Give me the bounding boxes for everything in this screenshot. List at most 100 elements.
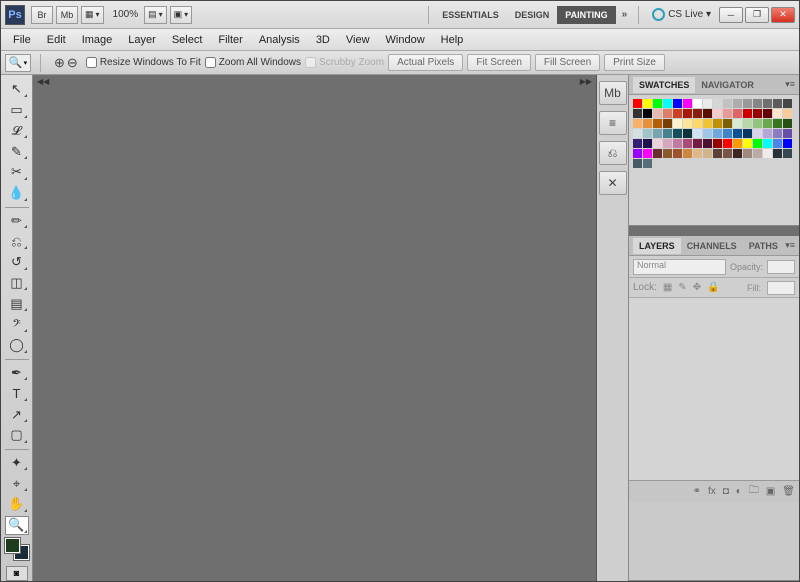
swatch[interactable] [673, 109, 682, 118]
swatch[interactable] [683, 129, 692, 138]
shape-tool[interactable]: ▢ [5, 426, 29, 445]
swatch[interactable] [693, 109, 702, 118]
lock-all-icon[interactable]: 🔒 [707, 282, 719, 293]
swatch[interactable] [653, 109, 662, 118]
swatch[interactable] [763, 129, 772, 138]
swatch[interactable] [713, 109, 722, 118]
type-tool[interactable]: T [5, 384, 29, 403]
swatch[interactable] [753, 119, 762, 128]
menu-select[interactable]: Select [164, 31, 211, 49]
fill-screen-button[interactable]: Fill Screen [535, 54, 600, 71]
hand-tool[interactable]: ✋ [5, 495, 29, 514]
menu-layer[interactable]: Layer [120, 31, 164, 49]
swatch[interactable] [713, 139, 722, 148]
swatch[interactable] [743, 139, 752, 148]
menu-3d[interactable]: 3D [308, 31, 338, 49]
blend-mode-select[interactable]: Normal [633, 259, 726, 275]
swatch[interactable] [733, 119, 742, 128]
swatch[interactable] [673, 119, 682, 128]
swatch[interactable] [643, 129, 652, 138]
move-tool[interactable]: ↖ [5, 80, 29, 99]
swatch[interactable] [693, 119, 702, 128]
swatch[interactable] [703, 129, 712, 138]
blur-tool[interactable]: 𝄢 [5, 315, 29, 334]
menu-analysis[interactable]: Analysis [251, 31, 308, 49]
swatch[interactable] [643, 99, 652, 108]
swatch[interactable] [783, 99, 792, 108]
zoom-in-icon[interactable]: ⊕ [54, 55, 65, 71]
opacity-field[interactable] [767, 260, 795, 274]
swatch[interactable] [693, 139, 702, 148]
swatch[interactable] [783, 129, 792, 138]
cslive-button[interactable]: CS Live ▾ [652, 8, 711, 21]
swatch[interactable] [743, 119, 752, 128]
swatch[interactable] [763, 119, 772, 128]
swatch[interactable] [653, 99, 662, 108]
swatch[interactable] [633, 109, 642, 118]
close-button[interactable]: ✕ [771, 7, 795, 23]
tab-layers[interactable]: LAYERS [633, 238, 681, 254]
swatch[interactable] [683, 139, 692, 148]
swatch[interactable] [703, 109, 712, 118]
swatch[interactable] [753, 99, 762, 108]
brush-presets-icon[interactable]: ⎌ [599, 141, 627, 165]
swatch[interactable] [653, 119, 662, 128]
3d-tool[interactable]: ✦ [5, 454, 29, 473]
swatch[interactable] [743, 149, 752, 158]
print-size-button[interactable]: Print Size [604, 54, 665, 71]
history-brush-tool[interactable]: ↺ [5, 253, 29, 272]
eyedropper-tool[interactable]: 💧 [5, 184, 29, 203]
menu-view[interactable]: View [338, 31, 378, 49]
layers-list[interactable] [629, 298, 799, 480]
swatch[interactable] [643, 159, 652, 168]
swatch[interactable] [653, 149, 662, 158]
swatch[interactable] [773, 129, 782, 138]
swatch[interactable] [703, 119, 712, 128]
panel-menu-icon[interactable]: ▾≡ [785, 240, 795, 251]
swatch[interactable] [713, 129, 722, 138]
quickmask-button[interactable]: ◙ [6, 566, 28, 581]
restore-button[interactable]: ❐ [745, 7, 769, 23]
adjustment-layer-icon[interactable]: ◐ [736, 486, 742, 497]
menu-edit[interactable]: Edit [39, 31, 74, 49]
swatch[interactable] [733, 129, 742, 138]
lock-transparency-icon[interactable]: ▦ [663, 282, 672, 293]
path-tool[interactable]: ↗ [5, 405, 29, 424]
link-layers-icon[interactable]: ⚭ [693, 486, 701, 497]
swatch[interactable] [653, 129, 662, 138]
panel-menu-icon[interactable]: ▾≡ [785, 79, 795, 90]
swatch[interactable] [643, 149, 652, 158]
swatch[interactable] [713, 119, 722, 128]
swatch[interactable] [633, 119, 642, 128]
swatch[interactable] [783, 109, 792, 118]
swatch[interactable] [753, 109, 762, 118]
eraser-tool[interactable]: ◫ [5, 274, 29, 293]
screenmode-dropdown[interactable]: ▣ [170, 6, 193, 24]
swatch[interactable] [683, 119, 692, 128]
brush-tool[interactable]: ✏ [5, 211, 29, 230]
zoom-tool[interactable]: 🔍 [5, 516, 29, 535]
swatch[interactable] [733, 109, 742, 118]
swatch[interactable] [643, 119, 652, 128]
swatch[interactable] [713, 149, 722, 158]
menu-file[interactable]: File [5, 31, 39, 49]
3d-camera-tool[interactable]: ⌖ [5, 474, 29, 493]
workspace-design[interactable]: DESIGN [507, 6, 558, 24]
swatch[interactable] [723, 109, 732, 118]
swatch[interactable] [703, 149, 712, 158]
arrange-dropdown[interactable]: ▤ [144, 6, 167, 24]
fill-field[interactable] [767, 281, 795, 295]
zoom-value[interactable]: 100% [113, 9, 139, 20]
actual-pixels-button[interactable]: Actual Pixels [388, 54, 463, 71]
swatch[interactable] [643, 109, 652, 118]
layer-style-icon[interactable]: fx [708, 486, 716, 497]
collapse-left-icon[interactable]: ◀◀ [37, 77, 49, 86]
marquee-tool[interactable]: ▭ [5, 101, 29, 120]
swatch[interactable] [703, 139, 712, 148]
lasso-tool[interactable]: 𝓛 [5, 122, 29, 141]
swatch[interactable] [663, 139, 672, 148]
minibridge-button[interactable]: Mb [56, 6, 78, 24]
swatch[interactable] [633, 99, 642, 108]
workspace-essentials[interactable]: ESSENTIALS [434, 6, 507, 24]
swatch[interactable] [693, 99, 702, 108]
